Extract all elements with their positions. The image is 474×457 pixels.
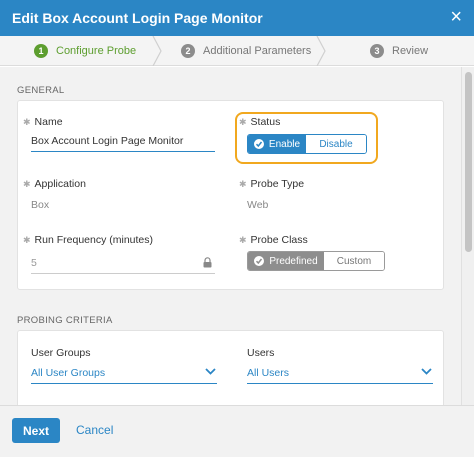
required-asterisk: ✱ <box>23 179 31 189</box>
users-label: Users <box>247 347 275 359</box>
status-toggle: Enable Disable <box>247 134 367 154</box>
probe-class-predefined-option[interactable]: Predefined <box>248 252 324 270</box>
wizard-step-additional-parameters[interactable]: 2 Additional Parameters <box>181 36 311 66</box>
name-label: ✱ Name <box>23 116 63 128</box>
user-groups-label: User Groups <box>31 347 91 359</box>
name-input[interactable]: Box Account Login Page Monitor <box>31 130 215 152</box>
users-select[interactable]: All Users <box>247 362 433 384</box>
scrollbar-thumb[interactable] <box>465 72 472 252</box>
cancel-button[interactable]: Cancel <box>76 423 113 437</box>
status-label: ✱ Status <box>239 116 281 128</box>
section-label-general: GENERAL <box>17 85 65 96</box>
wizard-step-configure-probe[interactable]: 1 Configure Probe <box>34 36 136 66</box>
chevron-down-icon <box>205 368 216 375</box>
probe-class-toggle: Predefined Custom <box>247 251 385 271</box>
run-frequency-label: ✱ Run Frequency (minutes) <box>23 234 154 246</box>
run-frequency-input: 5 <box>31 252 215 274</box>
required-asterisk: ✱ <box>23 235 31 245</box>
probe-class-label: ✱ Probe Class <box>239 234 308 246</box>
dialog-titlebar: Edit Box Account Login Page Monitor × <box>0 0 474 36</box>
probe-type-value: Web <box>247 199 269 211</box>
required-asterisk: ✱ <box>239 235 247 245</box>
close-icon[interactable]: × <box>450 7 462 27</box>
step-separator-icon <box>152 36 162 66</box>
probe-type-label: ✱ Probe Type <box>239 178 305 190</box>
application-label: ✱ Application <box>23 178 86 190</box>
next-button[interactable]: Next <box>12 418 60 443</box>
check-icon <box>254 256 265 266</box>
dialog-footer: Next Cancel <box>0 405 474 457</box>
application-value: Box <box>31 199 50 211</box>
lock-icon <box>203 257 212 268</box>
step-number-2: 2 <box>181 44 195 58</box>
wizard-steps: 1 Configure Probe 2 Additional Parameter… <box>0 36 474 66</box>
wizard-step-review[interactable]: 3 Review <box>370 36 428 66</box>
required-asterisk: ✱ <box>239 179 247 189</box>
scrollbar[interactable] <box>461 67 474 405</box>
step-number-3: 3 <box>370 44 384 58</box>
user-groups-select[interactable]: All User Groups <box>31 362 217 384</box>
status-disable-option[interactable]: Disable <box>306 135 366 153</box>
step-label: Review <box>392 45 429 57</box>
step-number-1: 1 <box>34 44 48 58</box>
chevron-down-icon <box>421 368 432 375</box>
status-enable-option[interactable]: Enable <box>248 135 306 153</box>
step-separator-icon <box>316 36 326 66</box>
required-asterisk: ✱ <box>23 117 31 127</box>
check-icon <box>253 139 264 149</box>
dialog-title: Edit Box Account Login Page Monitor <box>12 10 263 26</box>
step-label: Configure Probe <box>56 45 137 57</box>
probe-class-custom-option[interactable]: Custom <box>324 252 384 270</box>
step-label: Additional Parameters <box>203 45 312 57</box>
section-label-probing-criteria: PROBING CRITERIA <box>17 315 113 326</box>
required-asterisk: ✱ <box>239 117 247 127</box>
